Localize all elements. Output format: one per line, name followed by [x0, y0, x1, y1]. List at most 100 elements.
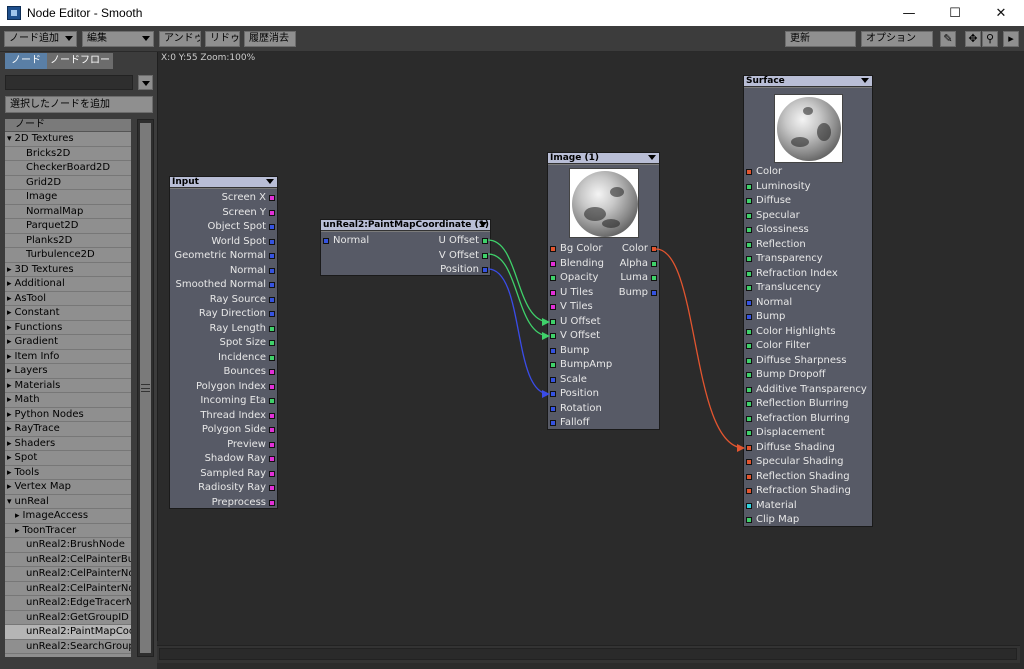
tree-category[interactable]: Item Info — [5, 350, 131, 364]
port-connector-icon[interactable] — [550, 260, 556, 267]
input-port[interactable]: Specular Shading — [744, 455, 844, 470]
port-connector-icon[interactable] — [550, 318, 556, 325]
output-port[interactable]: Spot Size — [220, 336, 277, 351]
output-port[interactable]: Position — [440, 263, 490, 278]
port-connector-icon[interactable] — [746, 386, 752, 393]
output-port[interactable]: Object Spot — [208, 220, 277, 235]
output-port[interactable]: Alpha — [620, 257, 659, 272]
input-port[interactable]: Rotation — [548, 402, 602, 417]
port-connector-icon[interactable] — [746, 415, 752, 422]
image-node[interactable]: Image (1) Bg Color Blending Opacity U Tiles… — [547, 152, 660, 430]
output-port[interactable]: Thread Index — [200, 409, 277, 424]
port-connector-icon[interactable] — [746, 459, 752, 465]
tree-item[interactable]: unReal2:CelPainterNod — [5, 567, 131, 582]
tree-item[interactable]: unReal2:PaintMapCoor — [5, 625, 131, 640]
input-port[interactable]: Specular — [744, 209, 800, 224]
port-connector-icon[interactable] — [550, 246, 556, 252]
chevron-down-icon[interactable] — [861, 78, 869, 83]
tree-item[interactable]: Turbulence2D — [5, 248, 131, 263]
port-connector-icon[interactable] — [269, 253, 275, 259]
chevron-down-icon[interactable] — [479, 222, 487, 227]
port-connector-icon[interactable] — [269, 209, 275, 216]
port-connector-icon[interactable] — [269, 499, 275, 506]
input-port[interactable]: Glossiness — [744, 223, 809, 238]
tree-item[interactable]: Bricks2D — [5, 147, 131, 161]
input-port[interactable]: Refraction Blurring — [744, 412, 850, 427]
input-node[interactable]: Input Screen X Screen Y Object Spot World S… — [169, 176, 278, 509]
tree-item[interactable]: unReal2:BrushNode — [5, 538, 131, 553]
port-connector-icon[interactable] — [550, 347, 556, 354]
output-port[interactable]: Radiosity Ray — [198, 481, 277, 496]
port-connector-icon[interactable] — [746, 343, 752, 349]
tree-category[interactable]: RayTrace — [5, 422, 131, 437]
add-selected-node-button[interactable]: 選択したノードを追加 — [5, 96, 153, 113]
output-port[interactable]: Sampled Ray — [200, 467, 277, 482]
input-port[interactable]: Bump — [548, 344, 589, 359]
tree-item[interactable]: unReal2:SearchGroupII — [5, 640, 131, 654]
paintmap-coordinate-node[interactable]: unReal2:PaintMapCoordinate (1) Normal U O… — [320, 219, 491, 276]
port-connector-icon[interactable] — [746, 241, 752, 248]
port-connector-icon[interactable] — [482, 267, 488, 273]
port-connector-icon[interactable] — [269, 383, 275, 390]
input-port[interactable]: Bump — [744, 310, 785, 325]
tree-category[interactable]: Python Nodes — [5, 408, 131, 422]
port-connector-icon[interactable] — [269, 238, 275, 245]
output-port[interactable]: V Offset — [439, 249, 490, 264]
close-icon[interactable]: ✕ — [978, 0, 1024, 26]
tree-subcategory[interactable]: ImageAccess — [5, 509, 131, 524]
input-port[interactable]: Normal — [321, 234, 369, 249]
port-connector-icon[interactable] — [746, 299, 752, 306]
port-connector-icon[interactable] — [746, 314, 752, 320]
port-connector-icon[interactable] — [746, 169, 752, 175]
port-connector-icon[interactable] — [269, 340, 275, 346]
input-port[interactable]: Additive Transparency — [744, 383, 867, 398]
tree-category[interactable]: Spot — [5, 451, 131, 466]
port-connector-icon[interactable] — [746, 328, 752, 335]
output-port[interactable]: Screen X — [222, 191, 277, 206]
input-port[interactable]: BumpAmp — [548, 358, 612, 373]
port-connector-icon[interactable] — [269, 195, 275, 201]
minimize-icon[interactable]: — — [886, 0, 932, 26]
tree-category[interactable]: Shaders — [5, 437, 131, 451]
output-port[interactable]: Incoming Eta — [200, 394, 277, 409]
tree-item[interactable]: unReal2:CelPainterNod — [5, 582, 131, 596]
port-connector-icon[interactable] — [550, 304, 556, 310]
tree-category[interactable]: Layers — [5, 364, 131, 379]
tree-category[interactable]: Materials — [5, 379, 131, 393]
input-port[interactable]: Normal — [744, 296, 792, 311]
port-connector-icon[interactable] — [269, 369, 275, 375]
port-connector-icon[interactable] — [746, 357, 752, 364]
port-connector-icon[interactable] — [269, 267, 275, 274]
output-port[interactable]: Polygon Side — [202, 423, 277, 438]
input-port[interactable]: Blending — [548, 257, 604, 272]
output-port[interactable]: Normal — [230, 264, 277, 279]
port-connector-icon[interactable] — [550, 420, 556, 426]
output-port[interactable]: Ray Source — [210, 293, 277, 308]
port-connector-icon[interactable] — [746, 256, 752, 262]
input-port[interactable]: Diffuse Sharpness — [744, 354, 846, 369]
input-port[interactable]: Clip Map — [744, 513, 799, 528]
port-connector-icon[interactable] — [269, 282, 275, 288]
output-port[interactable]: Bounces — [223, 365, 277, 380]
input-port[interactable]: Transparency — [744, 252, 823, 267]
add-node-menu[interactable]: ノード追加 — [4, 31, 77, 47]
output-port[interactable]: Ray Direction — [199, 307, 277, 322]
output-port[interactable]: Incidence — [218, 351, 277, 366]
tree-category[interactable]: Additional — [5, 277, 131, 292]
input-port[interactable]: Diffuse Shading — [744, 441, 835, 456]
port-connector-icon[interactable] — [550, 376, 556, 383]
tree-item[interactable]: Parquet2D — [5, 219, 131, 234]
port-connector-icon[interactable] — [746, 212, 752, 219]
port-connector-icon[interactable] — [651, 246, 657, 252]
input-port[interactable]: Color Filter — [744, 339, 810, 354]
port-connector-icon[interactable] — [746, 502, 752, 509]
node-header[interactable]: Image (1) — [548, 153, 659, 164]
tree-category[interactable]: Functions — [5, 321, 131, 335]
port-connector-icon[interactable] — [269, 441, 275, 448]
node-header[interactable]: Surface — [744, 76, 872, 87]
tree-item[interactable]: Grid2D — [5, 176, 131, 190]
input-port[interactable]: U Offset — [548, 315, 601, 330]
tree-subcategory[interactable]: ToonTracer — [5, 524, 131, 538]
output-port[interactable]: Preview — [227, 438, 277, 453]
port-connector-icon[interactable] — [746, 517, 752, 523]
